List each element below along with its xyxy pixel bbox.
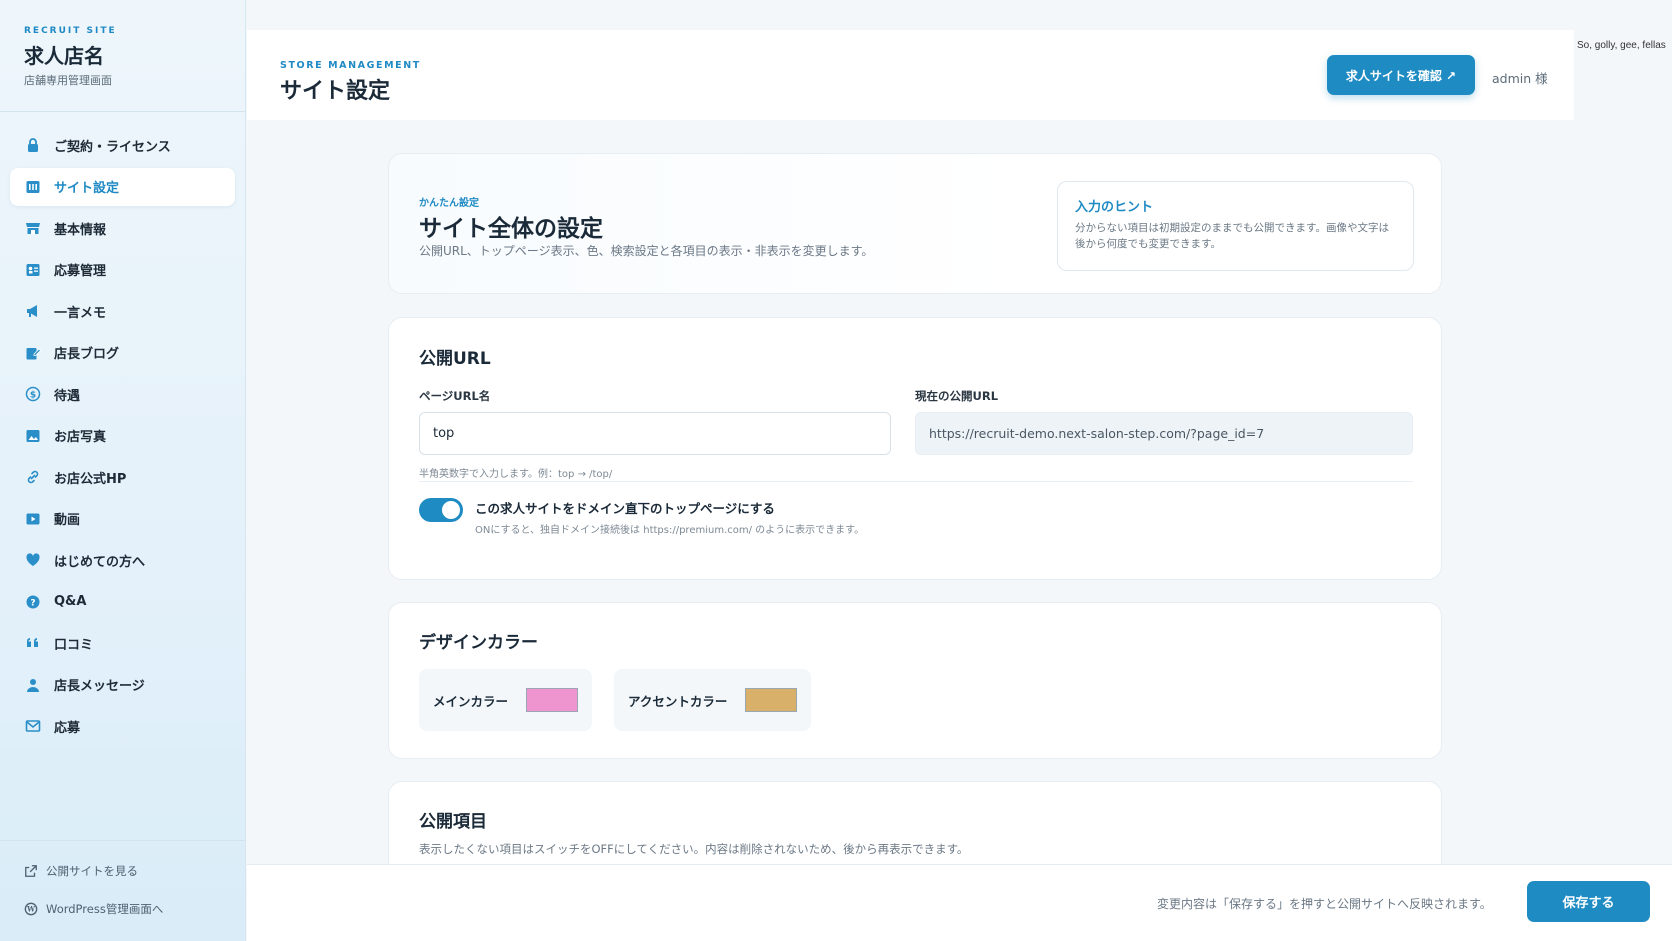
accent-color-label: アクセントカラー	[628, 693, 728, 709]
heart-icon	[24, 551, 42, 569]
footer-link-label: 公開サイトを見る	[46, 864, 138, 878]
store-icon	[24, 219, 42, 237]
intro-description: 公開URL、トップページ表示、色、検索設定と各項目の表示・非表示を変更します。	[419, 244, 874, 258]
brand: RECRUIT SITE 求人店名 店舗専用管理画面	[0, 0, 245, 112]
sidebar-item-manager-message[interactable]: 店長メッセージ	[10, 666, 235, 704]
video-play-icon	[24, 510, 42, 528]
view-public-site-link[interactable]: 公開サイトを見る	[24, 863, 221, 879]
main-color-label: メインカラー	[433, 693, 509, 709]
person-icon	[24, 676, 42, 694]
sidebar-item-label: Q&A	[54, 594, 87, 609]
footer-link-label: WordPress管理画面へ	[46, 902, 164, 916]
save-bar: 変更内容は「保存する」を押すと公開サイトへ反映されます。 保存する	[247, 864, 1672, 941]
external-link-icon	[25, 865, 37, 877]
top-page-toggle[interactable]	[419, 498, 463, 522]
top-page-toggle-label: この求人サイトをドメイン直下のトップページにする	[475, 501, 775, 516]
hint-title: 入力のヒント	[1075, 200, 1154, 215]
sidebar-item-apply[interactable]: 応募	[10, 707, 235, 745]
sidebar-item-photos[interactable]: お店写真	[10, 417, 235, 455]
svg-text:W: W	[26, 905, 35, 914]
wordpress-admin-link[interactable]: W WordPress管理画面へ	[24, 901, 221, 917]
sidebar-item-label: 動画	[54, 513, 81, 528]
sidebar-item-first-time[interactable]: はじめての方へ	[10, 541, 235, 579]
input-hint-box: 入力のヒント 分からない項目は初期設定のままでも公開できます。画像や文字は後から…	[1057, 181, 1414, 271]
sidebar-item-label: 店長メッセージ	[54, 679, 145, 694]
design-color-card: デザインカラー メインカラー アクセントカラー	[388, 602, 1442, 759]
sidebar-item-label: 応募管理	[54, 264, 107, 279]
current-url-field: https://recruit-demo.next-salon-step.com…	[915, 412, 1413, 455]
intro-card: かんたん設定 サイト全体の設定 公開URL、トップページ表示、色、検索設定と各項…	[388, 153, 1442, 294]
main-color-swatch[interactable]	[526, 688, 579, 712]
question-circle-icon: ?	[24, 593, 42, 611]
intro-title: サイト全体の設定	[419, 216, 603, 242]
sidebar-item-site-settings[interactable]: サイト設定	[10, 167, 235, 206]
sidebar-item-label: サイト設定	[54, 181, 120, 196]
top-page-toggle-description: ONにすると、独自ドメイン接続後は https://premium.com/ の…	[475, 525, 865, 536]
public-url-card: 公開URL ページURL名 top 半角英数字で入力します。例：top → /t…	[388, 317, 1442, 580]
public-items-description: 表示したくない項目はスイッチをOFFにしてください。内容は削除されないため、後か…	[419, 842, 969, 856]
brand-name: 求人店名	[24, 44, 104, 68]
save-button[interactable]: 保存する	[1527, 881, 1650, 922]
admin-user: admin 様	[1492, 71, 1548, 86]
sidebar-item-memo[interactable]: 一言メモ	[10, 292, 235, 330]
svg-text:?: ?	[30, 598, 35, 608]
sidebar-item-label: お店写真	[54, 430, 107, 445]
contact-card-icon	[24, 261, 42, 279]
quote-icon	[24, 634, 42, 652]
sidebar-item-label: 応募	[54, 720, 81, 736]
brand-kicker: RECRUIT SITE	[24, 26, 117, 36]
sidebar-item-reviews[interactable]: 口コミ	[10, 624, 235, 662]
sidebar-item-basic-info[interactable]: 基本情報	[10, 209, 235, 247]
sidebar-item-label: 店長ブログ	[54, 347, 120, 362]
divider	[419, 481, 1413, 482]
sidebar-item-label: ご契約・ライセンス	[54, 139, 171, 155]
accent-color-setting: アクセントカラー	[614, 669, 812, 731]
sidebar-item-label: お店公式HP	[54, 471, 127, 487]
main-color-setting: メインカラー	[419, 669, 593, 731]
current-url-label: 現在の公開URL	[915, 389, 999, 403]
page-url-label: ページURL名	[419, 389, 491, 403]
brand-subtitle: 店舗専用管理画面	[24, 74, 112, 87]
hint-body: 分からない項目は初期設定のままでも公開できます。画像や文字は後から何度でも変更で…	[1075, 222, 1389, 251]
view-recruit-site-button[interactable]: 求人サイトを確認 ↗	[1327, 55, 1475, 95]
svg-text:$: $	[30, 391, 36, 401]
page-url-input[interactable]: top	[419, 412, 891, 455]
sidebar-item-label: 一言メモ	[54, 305, 107, 321]
sidebar-item-label: 基本情報	[54, 222, 107, 238]
sidebar-nav: ご契約・ライセンス サイト設定 基本情報 応募管理 一言メモ 店長ブログ $ 待…	[0, 112, 245, 745]
sidebar: RECRUIT SITE 求人店名 店舗専用管理画面 ご契約・ライセンス サイト…	[0, 0, 246, 941]
sidebar-item-label: 待遇	[54, 388, 81, 404]
link-icon	[24, 468, 42, 486]
public-url-title: 公開URL	[419, 349, 491, 369]
public-items-title: 公開項目	[419, 812, 487, 832]
settings-panel-icon	[24, 178, 42, 196]
save-message: 変更内容は「保存する」を押すと公開サイトへ反映されます。	[1157, 897, 1492, 911]
lock-icon	[24, 136, 42, 154]
sidebar-item-label: 口コミ	[54, 637, 94, 653]
sidebar-item-label: はじめての方へ	[54, 554, 146, 570]
sidebar-footer: 公開サイトを見る W WordPress管理画面へ	[0, 840, 245, 941]
accent-color-swatch[interactable]	[745, 688, 798, 712]
sidebar-item-blog[interactable]: 店長ブログ	[10, 334, 235, 372]
page-title: サイト設定	[280, 79, 391, 104]
header-kicker: STORE MANAGEMENT	[280, 60, 421, 71]
wordpress-icon: W	[24, 902, 38, 916]
sidebar-item-qa[interactable]: ? Q&A	[10, 583, 235, 621]
corner-caption: So, golly, gee, fellas	[1577, 40, 1666, 51]
edit-note-icon	[24, 344, 42, 362]
mail-icon	[24, 717, 42, 735]
sidebar-item-benefits[interactable]: $ 待遇	[10, 375, 235, 413]
intro-kicker: かんたん設定	[419, 198, 479, 209]
sidebar-item-video[interactable]: 動画	[10, 500, 235, 538]
dollar-circle-icon: $	[24, 385, 42, 403]
page-url-help: 半角英数字で入力します。例：top → /top/	[419, 469, 613, 480]
page-header: STORE MANAGEMENT サイト設定 求人サイトを確認 ↗ admin …	[247, 30, 1574, 120]
sidebar-item-license[interactable]: ご契約・ライセンス	[10, 126, 235, 164]
megaphone-icon	[24, 302, 42, 320]
sidebar-item-official-hp[interactable]: お店公式HP	[10, 458, 235, 496]
photo-icon	[24, 427, 42, 445]
toggle-knob	[442, 501, 460, 519]
design-color-title: デザインカラー	[419, 633, 538, 653]
sidebar-item-applications[interactable]: 応募管理	[10, 251, 235, 289]
